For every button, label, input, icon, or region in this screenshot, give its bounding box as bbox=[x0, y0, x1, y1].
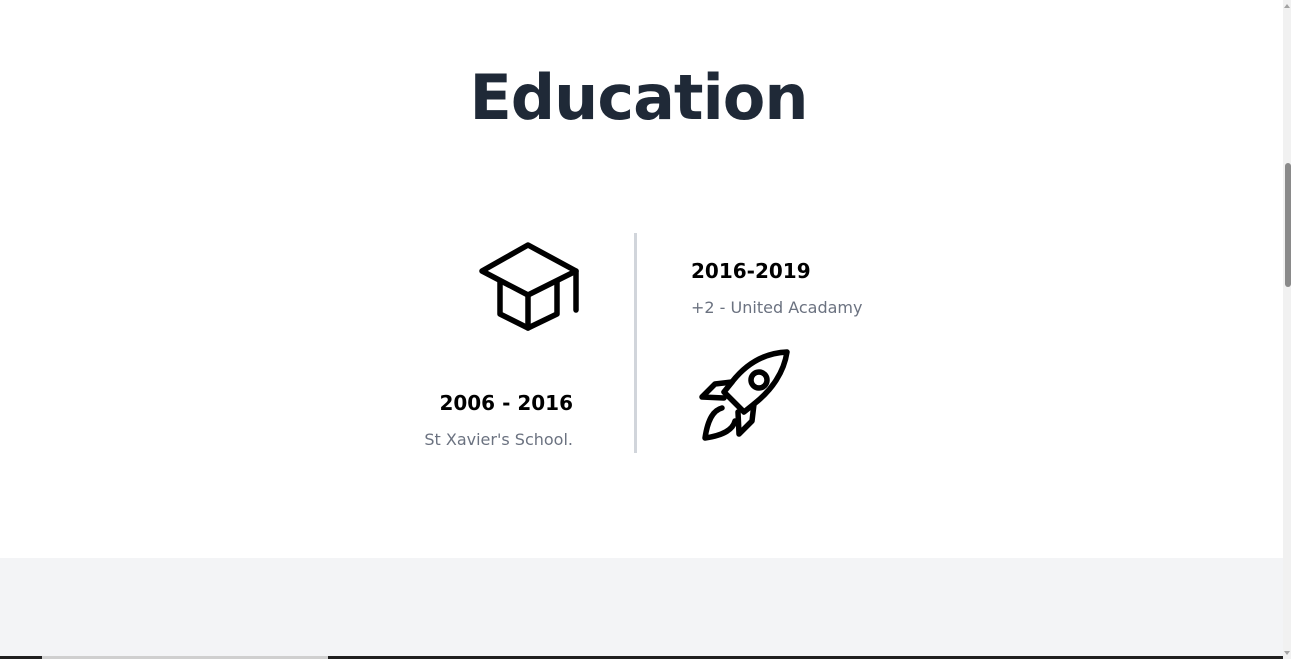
scroll-up-arrow-icon[interactable] bbox=[1284, 4, 1290, 8]
education-section: Education 2016-2019 +2 - United Acadamy bbox=[0, 0, 1283, 558]
timeline-divider bbox=[634, 233, 637, 453]
vertical-scrollbar[interactable] bbox=[1283, 0, 1291, 659]
timeline-years: 2006 - 2016 bbox=[439, 391, 573, 415]
timeline-school: +2 - United Acadamy bbox=[691, 298, 863, 317]
scrollbar-thumb[interactable] bbox=[1285, 163, 1291, 287]
section-title: Education bbox=[469, 61, 808, 134]
graduation-cap-icon bbox=[478, 242, 582, 332]
timeline-school: St Xavier's School. bbox=[424, 430, 573, 449]
next-section bbox=[0, 558, 1283, 659]
page: Education 2016-2019 +2 - United Acadamy bbox=[0, 0, 1291, 659]
timeline-years: 2016-2019 bbox=[691, 259, 811, 283]
rocket-icon bbox=[694, 346, 794, 446]
scroll-down-arrow-icon[interactable] bbox=[1284, 651, 1290, 655]
